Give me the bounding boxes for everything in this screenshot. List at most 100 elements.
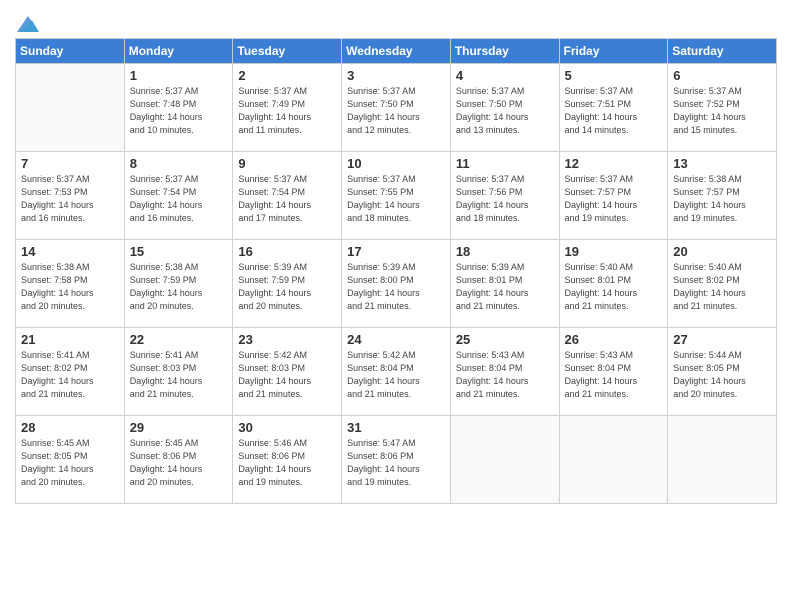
day-number: 18 xyxy=(456,244,554,259)
calendar-cell: 25Sunrise: 5:43 AM Sunset: 8:04 PM Dayli… xyxy=(450,328,559,416)
calendar-cell: 21 Sunrise: 5:41 AM Sunset: 8:02 PM Dayli… xyxy=(16,328,125,416)
calendar-header-tuesday: Tuesday xyxy=(233,39,342,64)
calendar-cell: 2 Sunrise: 5:37 AM Sunset: 7:49 PM Daylig… xyxy=(233,64,342,152)
day-info: Sunrise: 5:43 AM Sunset: 8:04 PM Dayligh… xyxy=(565,349,663,401)
calendar-cell: 1 Sunrise: 5:37 AM Sunset: 7:48 PM Daylig… xyxy=(124,64,233,152)
calendar-header-friday: Friday xyxy=(559,39,668,64)
day-info: Sunrise: 5:41 AM Sunset: 8:03 PM Dayligh… xyxy=(130,349,228,401)
day-number: 22 xyxy=(130,332,228,347)
calendar-cell: 29 Sunrise: 5:45 AM Sunset: 8:06 PM Dayli… xyxy=(124,416,233,504)
day-info: Sunrise: 5:46 AM Sunset: 8:06 PM Dayligh… xyxy=(238,437,336,489)
day-number: 29 xyxy=(130,420,228,435)
calendar-cell: 13Sunrise: 5:38 AM Sunset: 7:57 PM Dayli… xyxy=(668,152,777,240)
day-number: 7 xyxy=(21,156,119,171)
calendar-cell: 24 Sunrise: 5:42 AM Sunset: 8:04 PM Dayli… xyxy=(342,328,451,416)
calendar-cell: 16 Sunrise: 5:39 AM Sunset: 7:59 PM Dayli… xyxy=(233,240,342,328)
calendar-week-row: 21 Sunrise: 5:41 AM Sunset: 8:02 PM Dayli… xyxy=(16,328,777,416)
day-info: Sunrise: 5:38 AM Sunset: 7:59 PM Dayligh… xyxy=(130,261,228,313)
day-number: 19 xyxy=(565,244,663,259)
day-info: Sunrise: 5:37 AM Sunset: 7:53 PM Dayligh… xyxy=(21,173,119,225)
calendar-cell: 6 Sunrise: 5:37 AM Sunset: 7:52 PM Daylig… xyxy=(668,64,777,152)
calendar-week-row: 7 Sunrise: 5:37 AM Sunset: 7:53 PM Daylig… xyxy=(16,152,777,240)
day-info: Sunrise: 5:37 AM Sunset: 7:55 PM Dayligh… xyxy=(347,173,445,225)
day-info: Sunrise: 5:37 AM Sunset: 7:57 PM Dayligh… xyxy=(565,173,663,225)
day-info: Sunrise: 5:47 AM Sunset: 8:06 PM Dayligh… xyxy=(347,437,445,489)
calendar-cell: 18Sunrise: 5:39 AM Sunset: 8:01 PM Dayli… xyxy=(450,240,559,328)
day-number: 6 xyxy=(673,68,771,83)
logo-icon xyxy=(17,16,39,32)
calendar-cell xyxy=(559,416,668,504)
day-info: Sunrise: 5:37 AM Sunset: 7:49 PM Dayligh… xyxy=(238,85,336,137)
day-info: Sunrise: 5:40 AM Sunset: 8:01 PM Dayligh… xyxy=(565,261,663,313)
day-info: Sunrise: 5:37 AM Sunset: 7:51 PM Dayligh… xyxy=(565,85,663,137)
day-number: 21 xyxy=(21,332,119,347)
day-info: Sunrise: 5:42 AM Sunset: 8:03 PM Dayligh… xyxy=(238,349,336,401)
calendar-body: 1 Sunrise: 5:37 AM Sunset: 7:48 PM Daylig… xyxy=(16,64,777,504)
day-info: Sunrise: 5:37 AM Sunset: 7:50 PM Dayligh… xyxy=(347,85,445,137)
day-number: 28 xyxy=(21,420,119,435)
calendar-cell xyxy=(450,416,559,504)
day-info: Sunrise: 5:41 AM Sunset: 8:02 PM Dayligh… xyxy=(21,349,119,401)
day-number: 9 xyxy=(238,156,336,171)
calendar-cell: 11 Sunrise: 5:37 AM Sunset: 7:56 PM Dayli… xyxy=(450,152,559,240)
calendar-week-row: 14 Sunrise: 5:38 AM Sunset: 7:58 PM Dayli… xyxy=(16,240,777,328)
day-number: 27 xyxy=(673,332,771,347)
calendar-week-row: 1 Sunrise: 5:37 AM Sunset: 7:48 PM Daylig… xyxy=(16,64,777,152)
calendar-cell: 31 Sunrise: 5:47 AM Sunset: 8:06 PM Dayli… xyxy=(342,416,451,504)
day-info: Sunrise: 5:40 AM Sunset: 8:02 PM Dayligh… xyxy=(673,261,771,313)
day-number: 15 xyxy=(130,244,228,259)
day-info: Sunrise: 5:43 AM Sunset: 8:04 PM Dayligh… xyxy=(456,349,554,401)
calendar-cell: 4Sunrise: 5:37 AM Sunset: 7:50 PM Daylig… xyxy=(450,64,559,152)
day-number: 20 xyxy=(673,244,771,259)
day-info: Sunrise: 5:37 AM Sunset: 7:48 PM Dayligh… xyxy=(130,85,228,137)
day-info: Sunrise: 5:39 AM Sunset: 8:00 PM Dayligh… xyxy=(347,261,445,313)
calendar-cell xyxy=(16,64,125,152)
calendar-cell: 8 Sunrise: 5:37 AM Sunset: 7:54 PM Daylig… xyxy=(124,152,233,240)
day-number: 4 xyxy=(456,68,554,83)
calendar-cell: 12 Sunrise: 5:37 AM Sunset: 7:57 PM Dayli… xyxy=(559,152,668,240)
calendar-cell: 26 Sunrise: 5:43 AM Sunset: 8:04 PM Dayli… xyxy=(559,328,668,416)
day-number: 11 xyxy=(456,156,554,171)
calendar-header-monday: Monday xyxy=(124,39,233,64)
day-number: 23 xyxy=(238,332,336,347)
calendar-cell: 5 Sunrise: 5:37 AM Sunset: 7:51 PM Daylig… xyxy=(559,64,668,152)
day-number: 16 xyxy=(238,244,336,259)
day-info: Sunrise: 5:45 AM Sunset: 8:05 PM Dayligh… xyxy=(21,437,119,489)
day-number: 26 xyxy=(565,332,663,347)
day-number: 17 xyxy=(347,244,445,259)
day-number: 2 xyxy=(238,68,336,83)
day-info: Sunrise: 5:45 AM Sunset: 8:06 PM Dayligh… xyxy=(130,437,228,489)
day-info: Sunrise: 5:39 AM Sunset: 7:59 PM Dayligh… xyxy=(238,261,336,313)
day-info: Sunrise: 5:42 AM Sunset: 8:04 PM Dayligh… xyxy=(347,349,445,401)
logo xyxy=(15,16,39,32)
calendar-cell: 20 Sunrise: 5:40 AM Sunset: 8:02 PM Dayli… xyxy=(668,240,777,328)
day-number: 8 xyxy=(130,156,228,171)
calendar-cell: 27Sunrise: 5:44 AM Sunset: 8:05 PM Dayli… xyxy=(668,328,777,416)
day-number: 14 xyxy=(21,244,119,259)
day-number: 3 xyxy=(347,68,445,83)
calendar-cell: 17 Sunrise: 5:39 AM Sunset: 8:00 PM Dayli… xyxy=(342,240,451,328)
calendar-cell: 30 Sunrise: 5:46 AM Sunset: 8:06 PM Dayli… xyxy=(233,416,342,504)
calendar-cell: 15 Sunrise: 5:38 AM Sunset: 7:59 PM Dayli… xyxy=(124,240,233,328)
calendar-table: SundayMondayTuesdayWednesdayThursdayFrid… xyxy=(15,38,777,504)
day-info: Sunrise: 5:37 AM Sunset: 7:54 PM Dayligh… xyxy=(238,173,336,225)
day-number: 24 xyxy=(347,332,445,347)
day-number: 13 xyxy=(673,156,771,171)
calendar-cell: 9 Sunrise: 5:37 AM Sunset: 7:54 PM Daylig… xyxy=(233,152,342,240)
calendar-header-thursday: Thursday xyxy=(450,39,559,64)
day-number: 31 xyxy=(347,420,445,435)
calendar-week-row: 28 Sunrise: 5:45 AM Sunset: 8:05 PM Dayli… xyxy=(16,416,777,504)
calendar-header-sunday: Sunday xyxy=(16,39,125,64)
day-number: 5 xyxy=(565,68,663,83)
day-number: 30 xyxy=(238,420,336,435)
day-info: Sunrise: 5:37 AM Sunset: 7:54 PM Dayligh… xyxy=(130,173,228,225)
calendar-header-wednesday: Wednesday xyxy=(342,39,451,64)
day-number: 1 xyxy=(130,68,228,83)
day-info: Sunrise: 5:37 AM Sunset: 7:56 PM Dayligh… xyxy=(456,173,554,225)
day-number: 12 xyxy=(565,156,663,171)
day-info: Sunrise: 5:37 AM Sunset: 7:52 PM Dayligh… xyxy=(673,85,771,137)
day-info: Sunrise: 5:38 AM Sunset: 7:58 PM Dayligh… xyxy=(21,261,119,313)
calendar-cell: 19 Sunrise: 5:40 AM Sunset: 8:01 PM Dayli… xyxy=(559,240,668,328)
calendar-cell xyxy=(668,416,777,504)
calendar-cell: 23 Sunrise: 5:42 AM Sunset: 8:03 PM Dayli… xyxy=(233,328,342,416)
